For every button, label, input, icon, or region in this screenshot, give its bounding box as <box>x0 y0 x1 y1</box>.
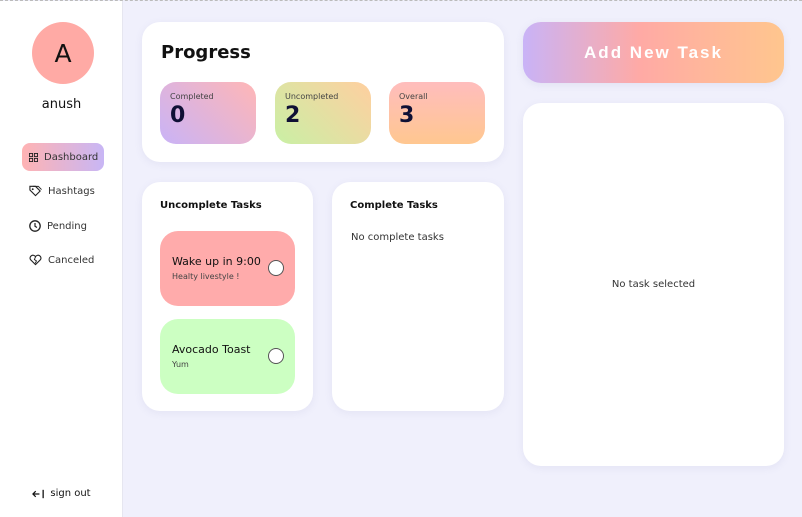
sidebar-item-dashboard[interactable]: Dashboard <box>22 143 104 171</box>
task-description: Yum <box>172 360 189 369</box>
uncompleted-stat: Uncompleted 2 <box>275 82 371 144</box>
task-complete-radio[interactable] <box>268 260 284 276</box>
empty-complete-note: No complete tasks <box>351 232 444 243</box>
progress-title: Progress <box>161 42 251 63</box>
stat-label: Overall <box>399 92 428 101</box>
task-title: Wake up in 9:00 <box>172 255 261 268</box>
overall-stat: Overall 3 <box>389 82 485 144</box>
avatar-initial: A <box>54 38 72 68</box>
task-card[interactable]: Wake up in 9:00 Healty livestyle ! <box>160 231 295 306</box>
sidebar-item-pending[interactable]: Pending <box>22 212 104 240</box>
username: anush <box>41 97 82 112</box>
sidebar-item-canceled[interactable]: Canceled <box>22 246 104 274</box>
task-title: Avocado Toast <box>172 343 251 356</box>
sign-out-icon <box>32 489 45 498</box>
task-card[interactable]: Avocado Toast Yum <box>160 319 295 394</box>
stat-label: Completed <box>170 92 214 101</box>
sign-out-button[interactable]: sign out <box>0 488 123 499</box>
uncomplete-tasks-title: Uncomplete Tasks <box>160 200 262 211</box>
add-new-task-button[interactable]: Add New Task <box>523 22 784 83</box>
uncomplete-tasks-card: Uncomplete Tasks Wake up in 9:00 Healty … <box>142 182 313 411</box>
progress-card: Progress Completed 0 Uncompleted 2 Overa… <box>142 22 504 162</box>
sidebar-item-label: Hashtags <box>48 185 95 197</box>
stat-label: Uncompleted <box>285 92 339 101</box>
task-complete-radio[interactable] <box>268 348 284 364</box>
heart-broken-icon <box>29 254 42 266</box>
sign-out-label: sign out <box>50 488 91 499</box>
sidebar-item-label: Canceled <box>48 254 95 266</box>
clock-icon <box>29 220 41 232</box>
task-description: Healty livestyle ! <box>172 272 240 281</box>
sidebar-item-label: Pending <box>47 220 87 232</box>
sidebar-item-label: Dashboard <box>44 151 99 163</box>
sidebar-item-hashtags[interactable]: Hashtags <box>22 177 104 205</box>
sidebar: A anush Dashboard Hashtags Pending Cance… <box>0 1 123 517</box>
stat-value: 2 <box>285 103 301 128</box>
completed-stat: Completed 0 <box>160 82 256 144</box>
tag-icon <box>29 185 42 197</box>
stat-value: 0 <box>170 103 186 128</box>
complete-tasks-card: Complete Tasks No complete tasks <box>332 182 504 411</box>
stat-value: 3 <box>399 103 415 128</box>
grid-icon <box>29 152 38 162</box>
complete-tasks-title: Complete Tasks <box>350 200 438 211</box>
no-task-selected-note: No task selected <box>611 279 696 290</box>
avatar[interactable]: A <box>32 22 94 84</box>
task-detail-panel: No task selected <box>523 103 784 466</box>
